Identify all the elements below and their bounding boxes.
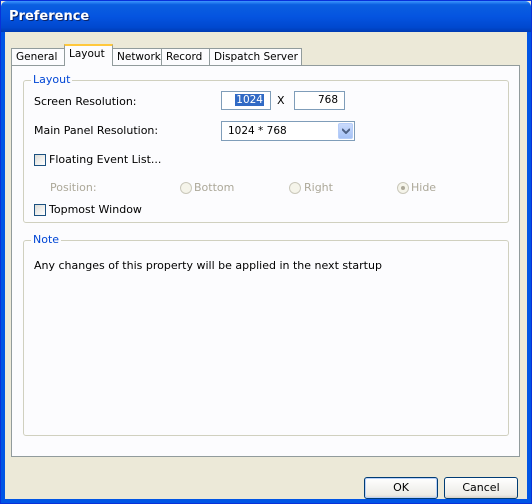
position-bottom-label: Bottom: [194, 181, 235, 194]
position-label: Position:: [50, 181, 97, 194]
tab-record[interactable]: Record: [161, 48, 210, 65]
ok-button[interactable]: OK: [364, 477, 438, 499]
screen-width-input[interactable]: 1024: [221, 91, 271, 110]
layout-group: Layout Screen Resolution: 1024 X 768 Mai…: [23, 73, 509, 223]
window-frame-right: [527, 32, 531, 503]
layout-tab-panel: Layout Screen Resolution: 1024 X 768 Mai…: [11, 65, 520, 457]
chevron-down-icon: [342, 128, 350, 134]
layout-group-legend: Layout: [31, 73, 73, 86]
screen-resolution-label: Screen Resolution:: [34, 95, 137, 108]
title-bar[interactable]: Preference: [1, 1, 531, 32]
cancel-button[interactable]: Cancel: [444, 477, 518, 499]
note-text: Any changes of this property will be app…: [34, 259, 382, 272]
topmost-window-checkbox[interactable]: [34, 204, 46, 216]
note-group-legend: Note: [31, 233, 62, 246]
tab-network[interactable]: Network: [112, 48, 162, 65]
main-panel-resolution-value: 1024 * 768: [228, 125, 287, 137]
tab-layout[interactable]: Layout: [64, 44, 113, 66]
floating-event-list-checkbox[interactable]: [34, 154, 46, 166]
floating-event-list-label: Floating Event List...: [49, 153, 162, 166]
position-bottom-radio[interactable]: [180, 182, 192, 194]
resolution-separator: X: [277, 94, 285, 107]
position-right-label: Right: [304, 181, 333, 194]
screen-height-input[interactable]: 768: [294, 91, 345, 110]
dropdown-button[interactable]: [338, 123, 353, 139]
main-panel-resolution-select[interactable]: 1024 * 768: [221, 121, 355, 141]
window-title: Preference: [9, 9, 90, 24]
topmost-window-label: Topmost Window: [49, 203, 142, 216]
position-hide-label: Hide: [411, 181, 437, 194]
position-right-radio[interactable]: [289, 182, 301, 194]
tab-general[interactable]: General: [11, 48, 65, 65]
position-hide-radio[interactable]: [397, 182, 409, 194]
screen-width-value: 1024: [235, 94, 264, 106]
tab-dispatch-server[interactable]: Dispatch Server: [209, 48, 302, 65]
preference-dialog: Preference General Layout Network Record…: [0, 0, 532, 504]
window-frame-left: [1, 32, 5, 503]
note-group: Note Any changes of this property will b…: [23, 233, 509, 436]
radio-selected-dot: [401, 186, 405, 190]
main-panel-resolution-label: Main Panel Resolution:: [34, 124, 159, 137]
window-frame-bottom: [1, 499, 531, 503]
